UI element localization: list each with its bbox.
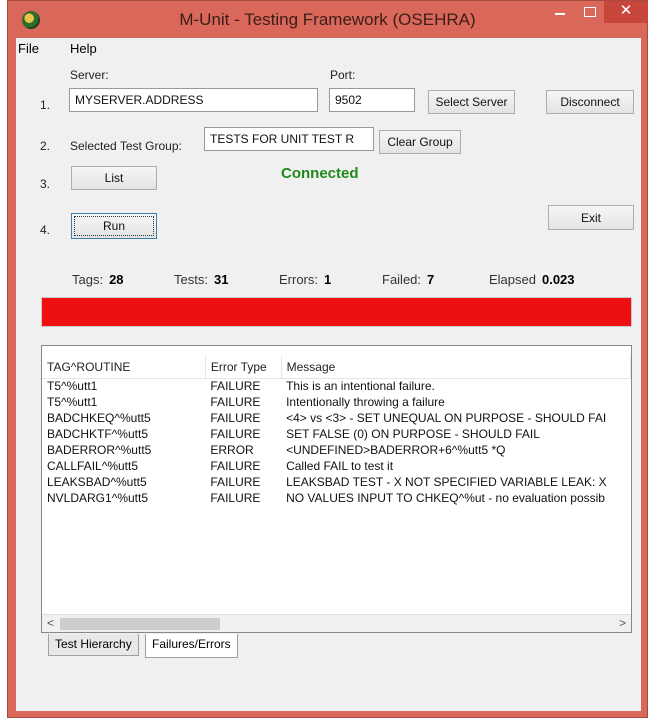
tests-label: Tests:: [174, 272, 208, 287]
table-row[interactable]: BADCHKTF^%utt5 FAILURE SET FALSE (0) ON PU…: [42, 426, 631, 442]
row-message: LEAKSBAD TEST - X NOT SPECIFIED VARIABLE…: [286, 475, 607, 489]
table-row[interactable]: NVLDARG1^%utt5 FAILURE NO VALUES INPUT TO …: [42, 490, 631, 506]
scroll-left-icon[interactable]: <: [47, 616, 54, 630]
exit-button[interactable]: Exit: [548, 205, 634, 230]
connection-status: Connected: [281, 165, 359, 182]
menu-bar: File Help: [16, 38, 641, 58]
errors-label: Errors:: [279, 272, 318, 287]
results-table: TAG^ROUTINE Error Type Message T5^%utt1 F…: [42, 356, 631, 506]
row-message: SET FALSE (0) ON PURPOSE - SHOULD FAIL: [286, 427, 540, 441]
port-input[interactable]: 9502: [329, 88, 415, 112]
results-header-row: TAG^ROUTINE Error Type Message: [42, 356, 631, 379]
tags-stat: Tags: 28: [72, 272, 124, 287]
row-message: Called FAIL to test it: [286, 459, 394, 473]
server-input[interactable]: MYSERVER.ADDRESS: [69, 88, 318, 112]
row-error-type: FAILURE: [210, 459, 261, 473]
row-tag-routine: T5^%utt1: [47, 379, 98, 394]
table-row[interactable]: T5^%utt1 FAILURE This is an intentional fa…: [42, 378, 631, 394]
step-2-label: 2.: [40, 139, 51, 153]
errors-stat: Errors: 1: [279, 272, 331, 287]
horizontal-scrollbar[interactable]: < >: [42, 614, 631, 632]
row-tag-routine: BADCHKTF^%utt5: [47, 427, 148, 441]
scroll-thumb[interactable]: [60, 618, 220, 630]
row-error-type: FAILURE: [210, 475, 261, 489]
column-header-tag-routine[interactable]: TAG^ROUTINE: [42, 356, 206, 379]
elapsed-value: 0.023: [541, 272, 575, 287]
failed-label: Failed:: [382, 272, 422, 287]
close-icon[interactable]: ✕: [604, 1, 648, 23]
menu-file[interactable]: File: [18, 41, 39, 56]
disconnect-button[interactable]: Disconnect: [546, 90, 634, 114]
failed-stat: Failed: 7: [382, 272, 434, 287]
table-row[interactable]: CALLFAIL^%utt5 FAILURE Called FAIL to test…: [42, 458, 631, 474]
row-tag-routine: NVLDARG1^%utt5: [47, 491, 149, 505]
client-area: File Help Server: Port: 1. MYSERVER.ADDR…: [16, 38, 641, 711]
row-error-type: FAILURE: [210, 379, 261, 394]
errors-value: 1: [324, 272, 332, 287]
elapsed-label: Elapsed: [489, 272, 536, 287]
step-3-label: 3.: [40, 177, 51, 191]
tags-label: Tags:: [72, 272, 104, 287]
progress-fill: [42, 298, 631, 326]
row-message: This is an intentional failure.: [286, 379, 435, 394]
select-server-button[interactable]: Select Server: [428, 90, 515, 114]
test-group-input[interactable]: TESTS FOR UNIT TEST R: [204, 127, 374, 151]
column-header-message[interactable]: Message: [281, 356, 631, 379]
row-error-type: ERROR: [210, 443, 254, 457]
table-row[interactable]: LEAKSBAD^%utt5 FAILURE LEAKSBAD TEST - X N…: [42, 474, 631, 490]
elapsed-stat: Elapsed 0.023: [489, 272, 575, 287]
port-label: Port:: [330, 68, 356, 82]
row-tag-routine: CALLFAIL^%utt5: [47, 459, 139, 473]
table-row[interactable]: BADERROR^%utt5 ERROR <UNDEFINED>BADERROR+6…: [42, 442, 631, 458]
tags-value: 28: [109, 272, 124, 287]
menu-help[interactable]: Help: [70, 41, 97, 56]
row-error-type: FAILURE: [210, 427, 261, 441]
row-error-type: FAILURE: [210, 395, 261, 409]
tests-stat: Tests: 31: [174, 272, 228, 287]
server-label: Server:: [70, 68, 109, 82]
run-button[interactable]: Run: [71, 213, 157, 239]
tests-value: 31: [213, 272, 229, 287]
row-message: NO VALUES INPUT TO CHKEQ^%ut - no evalua…: [286, 491, 605, 505]
list-button[interactable]: List: [71, 166, 157, 190]
tab-failures-errors[interactable]: Failures/Errors: [145, 634, 238, 658]
row-error-type: FAILURE: [210, 491, 261, 505]
row-tag-routine: LEAKSBAD^%utt5: [47, 475, 147, 489]
progress-bar: [41, 297, 632, 327]
step-4-label: 4.: [40, 223, 51, 237]
table-row[interactable]: T5^%utt1 FAILURE Intentionally throwing a …: [42, 394, 631, 410]
row-tag-routine: BADCHKEQ^%utt5: [47, 411, 151, 425]
minimize-icon[interactable]: [547, 1, 573, 23]
app-window: M-Unit - Testing Framework (OSEHRA) ✕ Fi…: [7, 0, 648, 718]
results-list[interactable]: TAG^ROUTINE Error Type Message T5^%utt1 F…: [41, 345, 632, 633]
row-tag-routine: BADERROR^%utt5: [47, 443, 152, 457]
tab-test-hierarchy[interactable]: Test Hierarchy: [48, 634, 139, 656]
maximize-icon[interactable]: [576, 1, 602, 23]
failed-value: 7: [427, 272, 435, 287]
column-header-error-type[interactable]: Error Type: [205, 356, 282, 379]
clear-group-button[interactable]: Clear Group: [379, 130, 461, 154]
row-message: Intentionally throwing a failure: [286, 395, 445, 409]
title-bar[interactable]: M-Unit - Testing Framework (OSEHRA) ✕: [8, 1, 648, 38]
row-message: <4> vs <3> - SET UNEQUAL ON PURPOSE - SH…: [286, 411, 607, 425]
row-error-type: FAILURE: [210, 411, 261, 425]
row-message: <UNDEFINED>BADERROR+6^%utt5 *Q: [286, 443, 506, 457]
scroll-right-icon[interactable]: >: [619, 616, 626, 630]
row-tag-routine: T5^%utt1: [47, 395, 98, 409]
table-row[interactable]: BADCHKEQ^%utt5 FAILURE <4> vs <3> - SET UN…: [42, 410, 631, 426]
test-group-label: Selected Test Group:: [70, 139, 182, 153]
step-1-label: 1.: [40, 98, 51, 112]
